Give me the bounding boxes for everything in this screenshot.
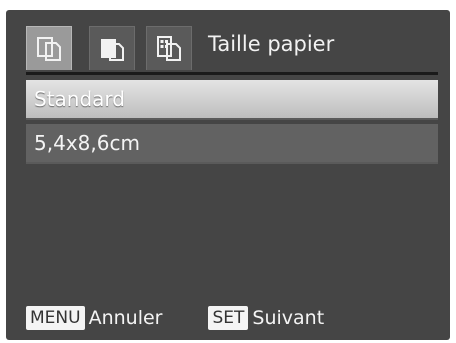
print-page-icon <box>37 36 61 61</box>
footer-hints: MENU Annuler SET Suivant <box>26 306 324 330</box>
header-divider <box>26 72 438 75</box>
set-key-badge: SET <box>208 306 249 330</box>
list-item-5x8cm[interactable]: 5,4x8,6cm <box>26 124 438 164</box>
tab-paper-type[interactable] <box>89 26 135 70</box>
next-label: Suivant <box>252 307 325 329</box>
tab-paper-size[interactable] <box>26 26 72 70</box>
paper-size-list: Standard 5,4x8,6cm <box>26 80 438 168</box>
tab-layout[interactable] <box>146 26 192 70</box>
menu-header: Taille papier <box>6 10 450 75</box>
camera-menu-screen: Taille papier Standard 5,4x8,6cm MENU An… <box>6 10 450 340</box>
print-layout-grid-icon <box>157 35 181 61</box>
cancel-label: Annuler <box>88 307 163 329</box>
menu-key-badge: MENU <box>26 306 85 330</box>
next-hint[interactable]: SET Suivant <box>208 306 324 330</box>
cancel-hint[interactable]: MENU Annuler <box>26 306 162 330</box>
list-item-standard[interactable]: Standard <box>26 80 438 120</box>
page-title: Taille papier <box>208 32 335 56</box>
print-page-filled-icon <box>101 38 124 61</box>
